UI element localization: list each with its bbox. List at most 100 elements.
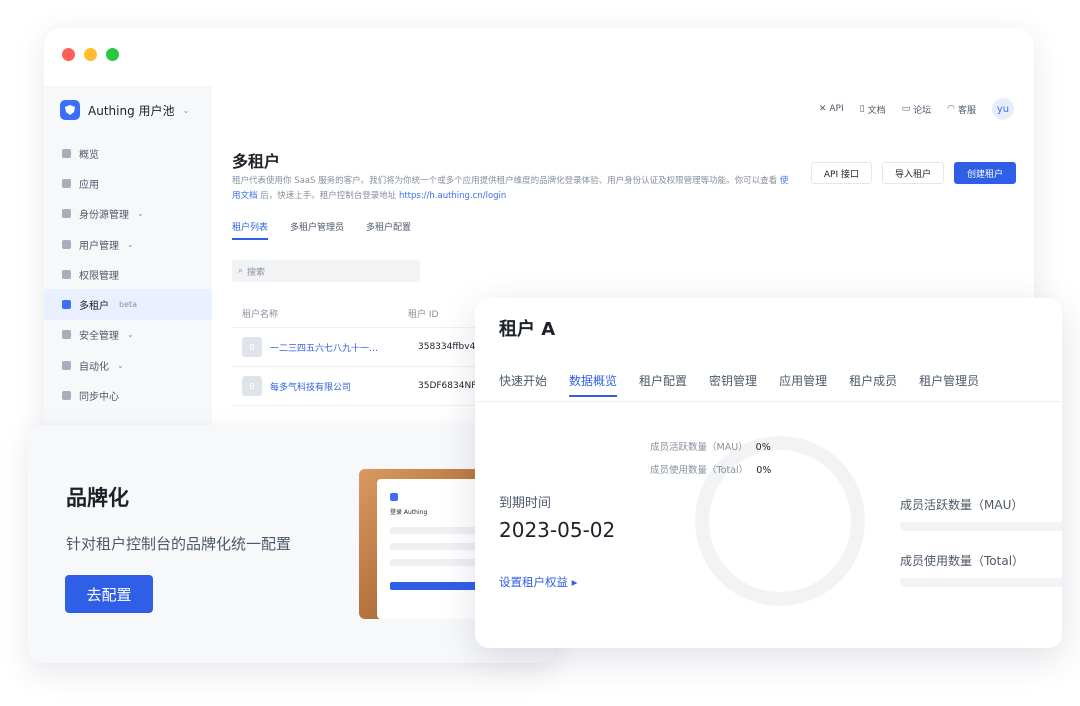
sidebar-item-sync[interactable]: 同步中心 bbox=[44, 380, 212, 410]
api-port-button[interactable]: API 接口 bbox=[810, 162, 872, 184]
sidebar-item-label: 多租户 bbox=[79, 301, 109, 313]
page-description: 租户代表使用你 SaaS 服务的客户。我们将为你统一个或多个应用提供租户维度的品… bbox=[232, 174, 792, 204]
column-header-name: 租户名称 bbox=[242, 310, 279, 320]
sidebar-item-overview[interactable]: 概览 bbox=[44, 138, 212, 168]
tenant-avatar: B bbox=[242, 337, 262, 357]
tab-tenant-list[interactable]: 租户列表 bbox=[232, 220, 269, 240]
stat-mau: 成员活跃数量（MAU） 0% bbox=[650, 439, 771, 453]
headset-icon: ◠ bbox=[947, 104, 955, 114]
import-tenant-button[interactable]: 导入租户 bbox=[881, 162, 944, 184]
sync-icon bbox=[62, 391, 71, 401]
sidebar-item-users[interactable]: 用户管理 ⌄ bbox=[44, 229, 212, 259]
beta-badge: beta bbox=[119, 300, 138, 310]
tab-tenant-config[interactable]: 多租户配置 bbox=[366, 220, 411, 240]
tenant-icon bbox=[62, 300, 71, 310]
tab-key-management[interactable]: 密钥管理 bbox=[709, 372, 757, 397]
docs-link[interactable]: ▯ 文档 bbox=[860, 103, 886, 116]
stage: Authing 用户池 ⌄ 概览 应用 身份源管理 ⌄ 用户管理 ⌄ 权限管理 多租… bbox=[0, 0, 1080, 706]
maximize-window-icon[interactable] bbox=[106, 48, 119, 61]
tab-data-overview[interactable]: 数据概览 bbox=[569, 372, 618, 397]
chevron-down-icon: ⌄ bbox=[137, 209, 144, 219]
sidebar-item-label: 用户管理 bbox=[79, 240, 119, 252]
tenant-benefits-link[interactable]: 设置租户权益 ▸ bbox=[499, 574, 577, 590]
tabs-divider bbox=[475, 401, 1062, 402]
branding-subtitle: 针对租户控制台的品牌化统一配置 bbox=[66, 535, 292, 553]
metric-mau-label: 成员活跃数量（MAU） bbox=[900, 498, 1024, 512]
search-input[interactable]: ⌕ 搜索 bbox=[232, 260, 420, 282]
sidebar-item-apps[interactable]: 应用 bbox=[44, 168, 212, 198]
userpool-name: Authing 用户池 bbox=[88, 103, 175, 118]
tenant-name-link[interactable]: 每多气科技有限公司 bbox=[270, 380, 398, 393]
chevron-down-icon: ⌄ bbox=[127, 239, 134, 249]
create-tenant-button[interactable]: 创建租户 bbox=[953, 162, 1016, 184]
metric-mau-bar bbox=[900, 522, 1062, 531]
topbar: ✕ API ▯ 文档 ▭ 论坛 ◠ 客服 yu bbox=[819, 98, 1014, 120]
stat-label: 成员使用数量（Total） bbox=[650, 465, 749, 476]
sidebar-item-multitenant[interactable]: 多租户 beta bbox=[44, 289, 212, 320]
avatar[interactable]: yu bbox=[992, 98, 1014, 120]
stat-value: 0% bbox=[755, 442, 771, 453]
dashboard-icon bbox=[62, 148, 71, 158]
permission-icon bbox=[62, 269, 71, 279]
identity-icon bbox=[62, 209, 71, 219]
sidebar-item-label: 权限管理 bbox=[79, 270, 119, 282]
tab-quick-start[interactable]: 快速开始 bbox=[499, 372, 547, 397]
chevron-down-icon: ⌄ bbox=[127, 330, 134, 340]
tab-app-management[interactable]: 应用管理 bbox=[779, 372, 827, 397]
forum-label: 论坛 bbox=[913, 105, 932, 116]
window-controls bbox=[62, 48, 119, 61]
metric-total-bar bbox=[900, 578, 1062, 587]
forum-link[interactable]: ▭ 论坛 bbox=[902, 103, 932, 116]
tab-tenant-admins[interactable]: 租户管理员 bbox=[919, 372, 979, 397]
sidebar-item-automation[interactable]: 自动化 ⌄ bbox=[44, 350, 212, 380]
automation-icon bbox=[62, 360, 71, 370]
sidebar-item-permissions[interactable]: 权限管理 bbox=[44, 259, 212, 289]
tenant-detail-card: 租户 A 快速开始 数据概览 租户配置 密钥管理 应用管理 租户成员 租户管理员… bbox=[475, 298, 1062, 648]
authing-logo-icon bbox=[60, 100, 80, 120]
tenant-tabs: 租户列表 多租户管理员 多租户配置 bbox=[232, 220, 411, 240]
close-window-icon[interactable] bbox=[62, 48, 75, 61]
tab-tenant-admins[interactable]: 多租户管理员 bbox=[290, 220, 344, 240]
sidebar-item-label: 同步中心 bbox=[79, 392, 119, 404]
sidebar-item-label: 应用 bbox=[79, 179, 99, 191]
description-text: 租户代表使用你 SaaS 服务的客户。我们将为你统一个或多个应用提供租户维度的品… bbox=[232, 176, 778, 186]
minimize-window-icon[interactable] bbox=[84, 48, 97, 61]
sidebar-nav: 概览 应用 身份源管理 ⌄ 用户管理 ⌄ 权限管理 多租户 beta 安全管理 ⌄ 自动… bbox=[44, 138, 212, 411]
docs-label: 文档 bbox=[867, 105, 886, 116]
tab-tenant-members[interactable]: 租户成员 bbox=[849, 372, 897, 397]
page-title: 多租户 bbox=[232, 152, 281, 171]
header-actions: API 接口 导入租户 创建租户 bbox=[810, 162, 1016, 184]
metric-total-label: 成员使用数量（Total） bbox=[900, 554, 1025, 568]
userpool-switcher[interactable]: Authing 用户池 ⌄ bbox=[44, 86, 212, 138]
book-icon: ▯ bbox=[859, 104, 865, 114]
stat-label: 成员活跃数量（MAU） bbox=[650, 442, 748, 453]
sidebar-item-identity[interactable]: 身份源管理 ⌄ bbox=[44, 199, 212, 229]
search-placeholder: 搜索 bbox=[247, 267, 266, 278]
tenant-benefits-label: 设置租户权益 bbox=[499, 575, 568, 589]
expiry-label: 到期时间 bbox=[499, 496, 552, 511]
api-link[interactable]: ✕ API bbox=[819, 104, 844, 114]
description-tail: 后，快速上手。租户控制台登录地址 bbox=[260, 191, 397, 201]
chevron-down-icon: ⌄ bbox=[117, 360, 124, 370]
support-link[interactable]: ◠ 客服 bbox=[947, 103, 976, 116]
apps-icon bbox=[62, 178, 71, 188]
api-label: API bbox=[829, 104, 844, 114]
tenant-name-link[interactable]: 一二三四五六七八九十一… bbox=[270, 341, 398, 354]
chevron-down-icon: ⌄ bbox=[182, 105, 190, 115]
sidebar-item-security[interactable]: 安全管理 ⌄ bbox=[44, 320, 212, 350]
stat-value: 0% bbox=[756, 465, 772, 476]
tab-tenant-settings[interactable]: 租户配置 bbox=[639, 372, 687, 397]
login-url-link[interactable]: https://h.authing.cn/login bbox=[399, 191, 506, 201]
code-icon: ✕ bbox=[818, 104, 827, 114]
caret-right-icon: ▸ bbox=[571, 575, 578, 589]
sidebar-item-label: 安全管理 bbox=[79, 331, 119, 343]
configure-button[interactable]: 去配置 bbox=[65, 575, 153, 613]
login-preview-title: 登录 Authing bbox=[390, 509, 428, 516]
sidebar-item-label: 身份源管理 bbox=[79, 210, 129, 222]
tenant-title: 租户 A bbox=[499, 319, 556, 340]
sidebar: Authing 用户池 ⌄ 概览 应用 身份源管理 ⌄ 用户管理 ⌄ 权限管理 多租… bbox=[44, 86, 212, 448]
tenant-detail-tabs: 快速开始 数据概览 租户配置 密钥管理 应用管理 租户成员 租户管理员 bbox=[499, 372, 979, 397]
users-icon bbox=[62, 239, 71, 249]
column-header-id: 租户 ID bbox=[408, 310, 439, 320]
search-icon: ⌕ bbox=[238, 266, 244, 276]
